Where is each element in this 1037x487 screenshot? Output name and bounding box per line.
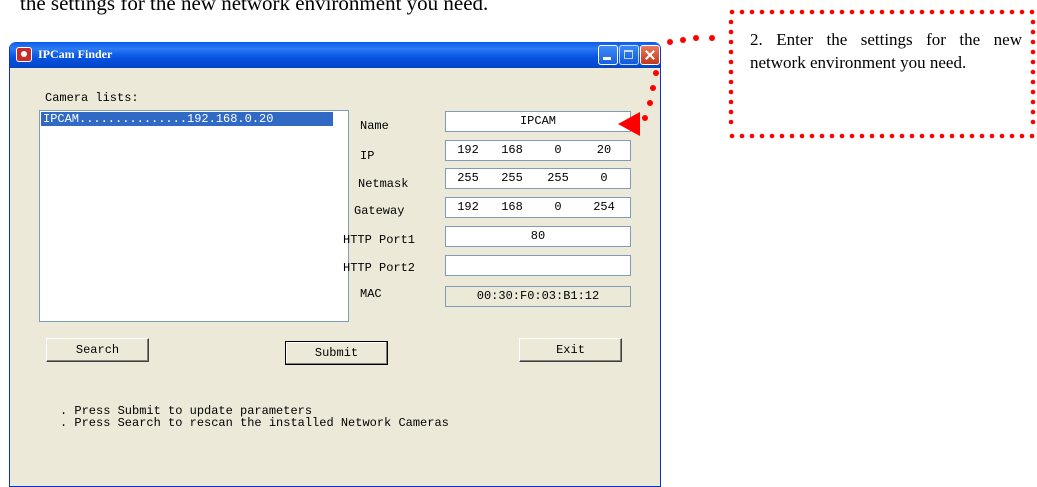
callout-arrow-icon	[618, 112, 640, 136]
callout-connector	[633, 35, 715, 133]
callout-top-border	[729, 9, 1035, 15]
callout-right-border	[1030, 19, 1036, 125]
callout-bottom-border	[729, 133, 1035, 139]
callout-left-border	[728, 19, 734, 125]
callout-text: 2. Enter the settings for the new networ…	[750, 30, 1022, 72]
